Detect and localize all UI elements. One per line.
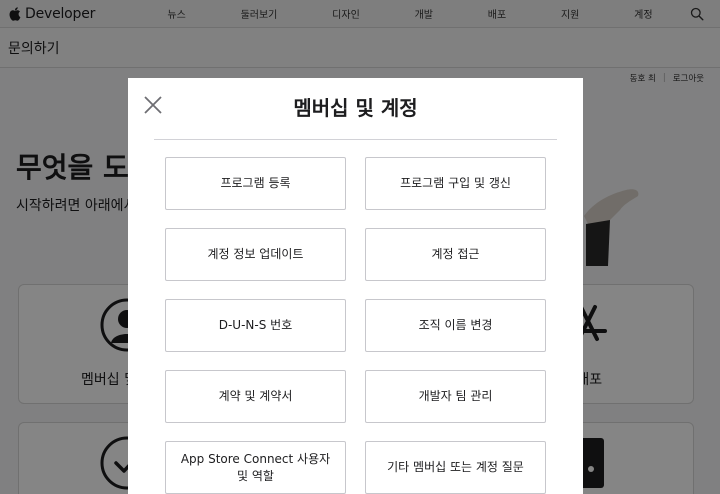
option-agreements[interactable]: 계약 및 계약서 xyxy=(165,370,346,423)
option-grid: 프로그램 등록 프로그램 구입 및 갱신 계정 정보 업데이트 계정 접근 D-… xyxy=(165,157,546,494)
option-program-enrollment[interactable]: 프로그램 등록 xyxy=(165,157,346,210)
membership-account-modal: 멤버십 및 계정 프로그램 등록 프로그램 구입 및 갱신 계정 정보 업데이트… xyxy=(128,78,583,494)
option-duns-number[interactable]: D-U-N-S 번호 xyxy=(165,299,346,352)
divider xyxy=(154,139,557,140)
option-program-purchase-renewal[interactable]: 프로그램 구입 및 갱신 xyxy=(365,157,546,210)
option-organization-name-change[interactable]: 조직 이름 변경 xyxy=(365,299,546,352)
option-update-account-info[interactable]: 계정 정보 업데이트 xyxy=(165,228,346,281)
option-app-store-connect-users-roles[interactable]: App Store Connect 사용자 및 역할 xyxy=(165,441,346,494)
option-other-questions[interactable]: 기타 멤버십 또는 계정 질문 xyxy=(365,441,546,494)
option-developer-team-management[interactable]: 개발자 팀 관리 xyxy=(365,370,546,423)
option-account-access[interactable]: 계정 접근 xyxy=(365,228,546,281)
modal-title: 멤버십 및 계정 xyxy=(293,96,418,120)
